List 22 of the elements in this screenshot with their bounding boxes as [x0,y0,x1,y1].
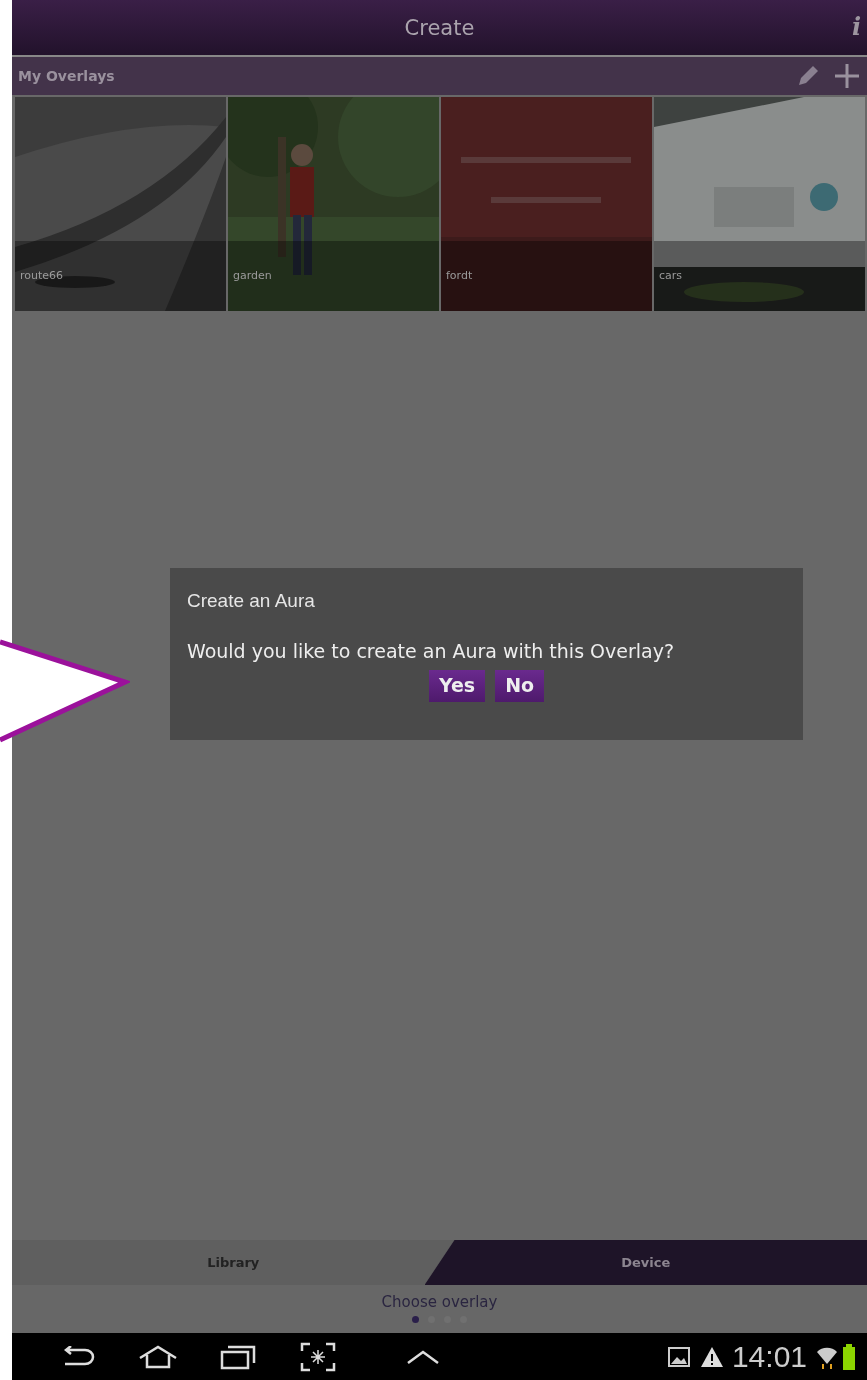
screen-title: Create [404,15,475,40]
info-button[interactable]: i [851,12,861,41]
overlay-label: route66 [20,269,64,282]
battery-icon [843,1343,855,1370]
section-title: My Overlays [18,68,116,84]
screenshot-icon[interactable] [300,1341,336,1372]
clock: 14:01 [731,1339,807,1374]
overlay-label: fordt [446,269,473,282]
recent-apps-icon[interactable] [220,1343,256,1370]
dialog-message: Would you like to create an Aura with this Overlay? [187,640,675,662]
image-icon [667,1346,690,1367]
overlay-label: cars [659,269,683,282]
dialog-title: Create an Aura [187,590,316,612]
caption: Choose overlay [381,1293,498,1311]
caret-up-icon[interactable] [406,1348,440,1365]
dialog-button[interactable]: No [495,670,545,702]
plus-icon[interactable] [833,62,861,90]
warning-icon [699,1345,724,1368]
tab[interactable]: Device [424,1240,867,1285]
home-icon[interactable] [138,1344,178,1369]
dialog-button[interactable]: Yes [428,670,486,702]
overlay-label: garden [233,269,272,282]
